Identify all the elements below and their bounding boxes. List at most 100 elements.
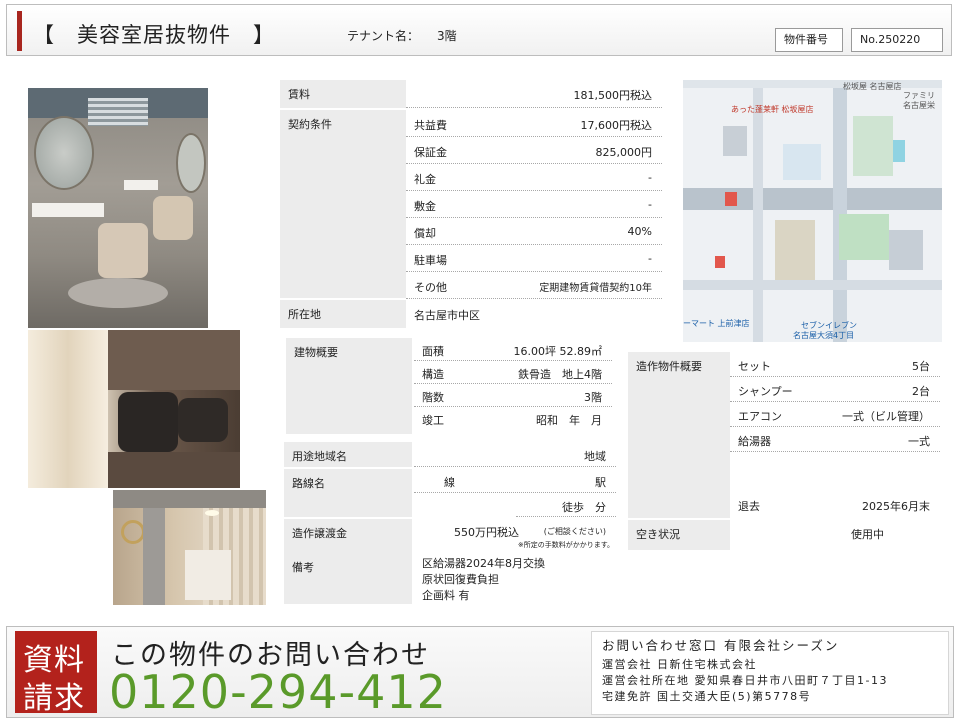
map-label: ーマート 上前津店 xyxy=(683,319,750,328)
fixture-row: 給湯器 一式 xyxy=(730,427,940,452)
phone-number[interactable]: 0120-294-412 xyxy=(109,665,447,719)
route-row: 線駅 xyxy=(414,469,616,493)
remarks-label: 備考 xyxy=(284,553,412,604)
location-row: 名古屋市中区 xyxy=(406,300,662,327)
building-value: 昭和 年 月 xyxy=(536,414,602,427)
tenant-label: テナント名： xyxy=(347,29,420,43)
contract-row: 駐車場 - xyxy=(406,245,662,272)
fixture-row: シャンプー 2台 xyxy=(730,377,940,402)
rent-value: 181,500円税込 xyxy=(573,89,653,102)
fixture-leave-row: 退去 2025年6月末 xyxy=(730,493,940,518)
transfer-fee-row: 550万円税込 (ご相談ください) ※所定の手数料がかかります。 xyxy=(414,519,616,553)
company-line: 宅建免許 国土交通大臣(5)第5778号 xyxy=(602,690,812,703)
building-key: 竣工 xyxy=(422,414,444,427)
tenant-value: 3階 xyxy=(437,29,457,43)
contract-key: 敷金 xyxy=(414,200,436,213)
route-walk-row: 徒歩 分 xyxy=(516,493,616,517)
transfer-fee-label: 造作譲渡金 xyxy=(284,519,412,553)
contract-value: - xyxy=(648,198,652,211)
contract-value: 825,000円 xyxy=(595,146,653,159)
contract-row: 敷金 - xyxy=(406,191,662,218)
fixture-value: 5台 xyxy=(912,360,930,373)
vacancy-value: 使用中 xyxy=(851,528,884,541)
tenant-info: テナント名： 3階 xyxy=(347,27,457,44)
remarks-lines: 区給湯器2024年8月交換 原状回復費負担 企画料 有 xyxy=(422,556,545,604)
contract-key: 駐車場 xyxy=(414,254,447,267)
leave-value: 2025年6月末 xyxy=(862,500,930,513)
building-row: 階数 3階 xyxy=(414,384,612,407)
contract-key: その他 xyxy=(414,281,447,294)
transfer-fee-note: (ご相談ください) xyxy=(543,527,606,536)
contract-key: 礼金 xyxy=(414,173,436,186)
building-label: 建物概要 xyxy=(286,338,412,434)
building-row: 面積 16.00坪 52.89㎡ xyxy=(414,338,612,361)
page-title: 【 美容室居抜物件 】 xyxy=(33,23,275,47)
contract-value: 17,600円税込 xyxy=(580,119,653,132)
remarks-line: 原状回復費負担 xyxy=(422,573,499,586)
company-line: 運営会社 日新住宅株式会社 xyxy=(602,658,757,671)
building-row: 竣工 昭和 年 月 xyxy=(414,407,612,430)
fixture-key: セット xyxy=(738,360,771,373)
fixture-key: シャンプー xyxy=(738,385,793,398)
contact-footer: 資料 請求 この物件のお問い合わせ 0120-294-412 お問い合わせ窓口 … xyxy=(6,626,954,719)
fixture-value: 一式（ビル管理） xyxy=(842,410,930,423)
contract-value: 40% xyxy=(627,225,652,238)
route-walk: 徒歩 分 xyxy=(562,501,606,514)
zoning-table: 用途地域名 地域 路線名 線駅 徒歩 分 造作譲渡金 550万円税込 (ご相談く… xyxy=(284,442,618,604)
route-station: 駅 xyxy=(595,476,606,489)
building-key: 階数 xyxy=(422,391,444,404)
map-label: あった蓬莱軒 松坂屋店 xyxy=(731,105,814,114)
location-label: 所在地 xyxy=(280,300,406,328)
zoning-row: 地域 xyxy=(414,442,616,467)
building-key: 構造 xyxy=(422,368,444,381)
location-map: 松坂屋 名古屋店 ファミリー 名古屋栄 あった蓬莱軒 松坂屋店 ーマート 上前津… xyxy=(683,80,942,342)
company-info: お問い合わせ窓口 有限会社シーズン 運営会社 日新住宅株式会社 運営会社所在地 … xyxy=(591,631,949,715)
map-label: 松坂屋 名古屋店 xyxy=(843,82,902,91)
vacancy-label: 空き状況 xyxy=(628,520,730,550)
salon-photo-reception xyxy=(113,490,266,605)
fixture-row: セット 5台 xyxy=(730,352,940,377)
remarks-line: 企画料 有 xyxy=(422,589,470,602)
building-table: 建物概要 面積 16.00坪 52.89㎡ 構造 鉄骨造 地上4階 階数 3階 竣工 昭… xyxy=(286,338,616,436)
building-value: 16.00坪 52.89㎡ xyxy=(513,345,602,358)
property-no-value: No.250220 xyxy=(851,28,943,52)
building-row: 構造 鉄骨造 地上4階 xyxy=(414,361,612,384)
salon-photo-shampoo xyxy=(28,330,240,488)
zoning-value: 地域 xyxy=(584,450,606,463)
fixture-value: 2台 xyxy=(912,385,930,398)
map-label: 名古屋栄 xyxy=(903,101,935,110)
contract-row: 償却 40% xyxy=(406,218,662,245)
fixture-key: エアコン xyxy=(738,410,782,423)
company-line: 運営会社所在地 愛知県春日井市八田町７丁目1-13 xyxy=(602,674,888,687)
location-value: 名古屋市中区 xyxy=(414,309,480,322)
contract-key: 保証金 xyxy=(414,146,447,159)
route-label: 路線名 xyxy=(284,469,412,517)
contract-row: その他 定期建物賃貸借契約10年 xyxy=(406,272,662,299)
fixture-value: 一式 xyxy=(908,435,930,448)
building-key: 面積 xyxy=(422,345,444,358)
transfer-fee-note: ※所定の手数料がかかります。 xyxy=(517,541,614,549)
request-line2: 請求 xyxy=(23,681,85,716)
rent-row: 181,500円税込 xyxy=(406,80,662,108)
request-badge[interactable]: 資料 請求 xyxy=(15,631,97,716)
contract-value: 定期建物賃貸借契約10年 xyxy=(539,283,652,294)
salon-photo-mirrors xyxy=(28,88,208,328)
transfer-fee-value: 550万円税込 xyxy=(454,526,519,539)
route-line: 線 xyxy=(444,476,455,489)
contract-row: 保証金 825,000円 xyxy=(406,137,662,164)
contract-label: 契約条件 xyxy=(280,110,406,298)
contract-key: 償却 xyxy=(414,227,436,240)
vacancy-row: 使用中 xyxy=(730,520,940,550)
company-line: お問い合わせ窓口 有限会社シーズン xyxy=(602,638,840,653)
fixture-key: 給湯器 xyxy=(738,435,771,448)
fixtures-table: 造作物件概要 セット 5台 シャンプー 2台 エアコン 一式（ビル管理） 給湯器 一式 … xyxy=(628,352,942,550)
fixtures-label: 造作物件概要 xyxy=(628,352,730,518)
leave-label: 退去 xyxy=(738,500,760,513)
contract-row: 礼金 - xyxy=(406,164,662,191)
page-header: 【 美容室居抜物件 】 テナント名： 3階 物件番号 No.250220 xyxy=(6,4,952,56)
fixture-row: エアコン 一式（ビル管理） xyxy=(730,402,940,427)
property-no-label: 物件番号 xyxy=(775,28,843,52)
contract-key: 共益費 xyxy=(414,119,447,132)
building-value: 3階 xyxy=(584,391,602,404)
rent-table: 賃料 181,500円税込 契約条件 共益費 17,600円税込 保証金 825,0… xyxy=(280,78,668,328)
